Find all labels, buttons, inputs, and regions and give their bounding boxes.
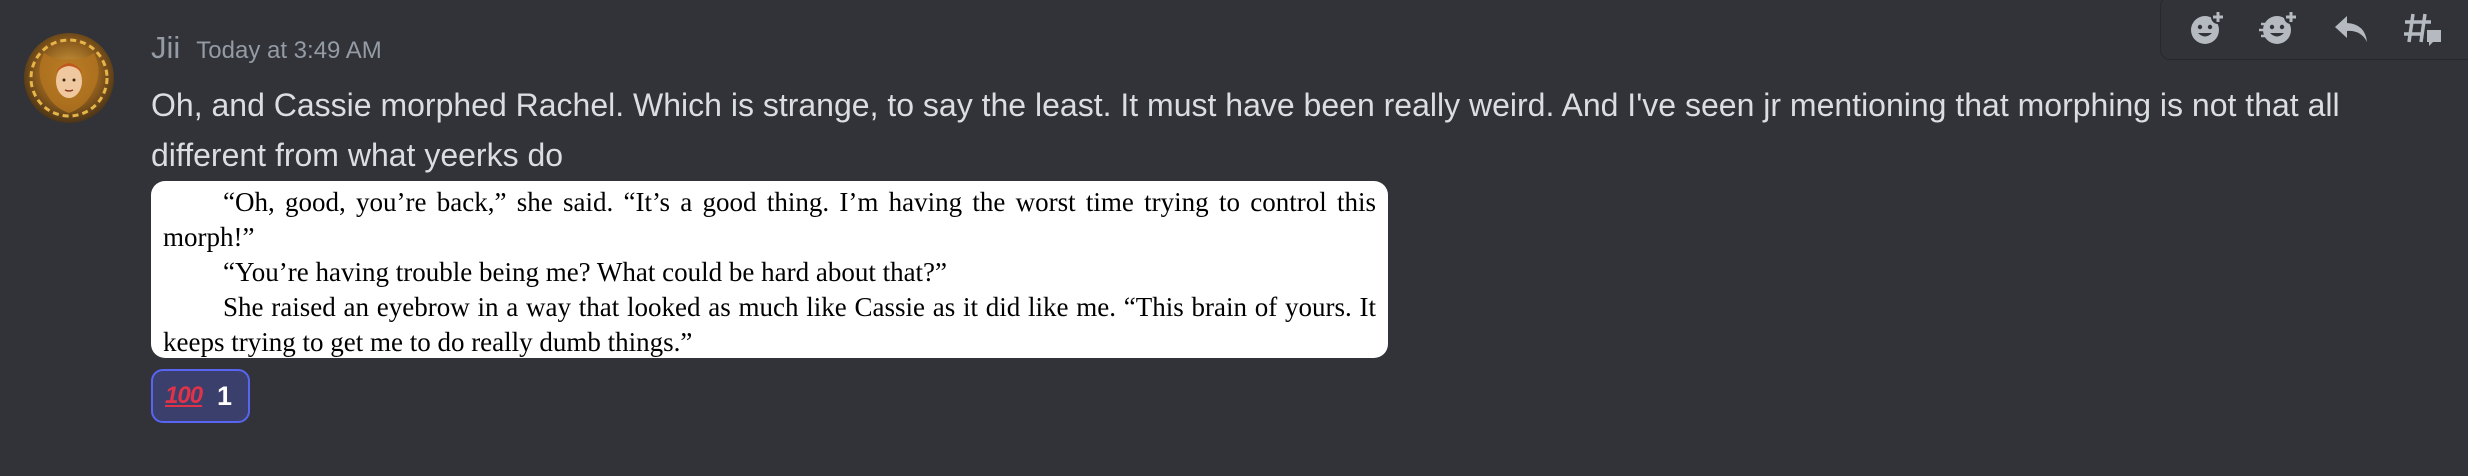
chat-message: Jii Today at 3:49 AM Oh, and Cassie morp… [0,0,2468,476]
message-header: Jii Today at 3:49 AM [151,30,382,78]
reply-button[interactable] [2315,2,2387,54]
avatar-image [24,33,114,123]
message-actions-toolbar [2160,0,2468,60]
add-reaction-icon [2191,10,2225,44]
attachment-paragraph: She raised an eyebrow in a way that look… [163,292,1376,357]
super-reaction-button[interactable] [2243,2,2315,54]
image-attachment[interactable]: “Oh, good, you’re back,” she said. “It’s… [151,181,1388,358]
message-timestamp[interactable]: Today at 3:49 AM [196,37,381,65]
super-reaction-icon [2259,10,2298,44]
user-avatar[interactable] [24,33,114,123]
reaction-hundred-points[interactable]: 100 1 [151,369,250,423]
add-reaction-button[interactable] [2171,2,2243,54]
reaction-count: 1 [217,380,233,411]
create-thread-button[interactable] [2387,2,2459,54]
create-thread-icon [2404,13,2441,46]
hundred-points-emoji-icon: 100 [165,382,203,409]
author-name[interactable]: Jii [151,30,180,66]
attachment-paragraph: “You’re having trouble being me? What co… [223,257,948,287]
message-content: Oh, and Cassie morphed Rachel. Which is … [151,87,2340,173]
attachment-paragraph: “Oh, good, you’re back,” she said. “It’s… [163,187,1376,252]
reply-icon [2335,16,2367,42]
